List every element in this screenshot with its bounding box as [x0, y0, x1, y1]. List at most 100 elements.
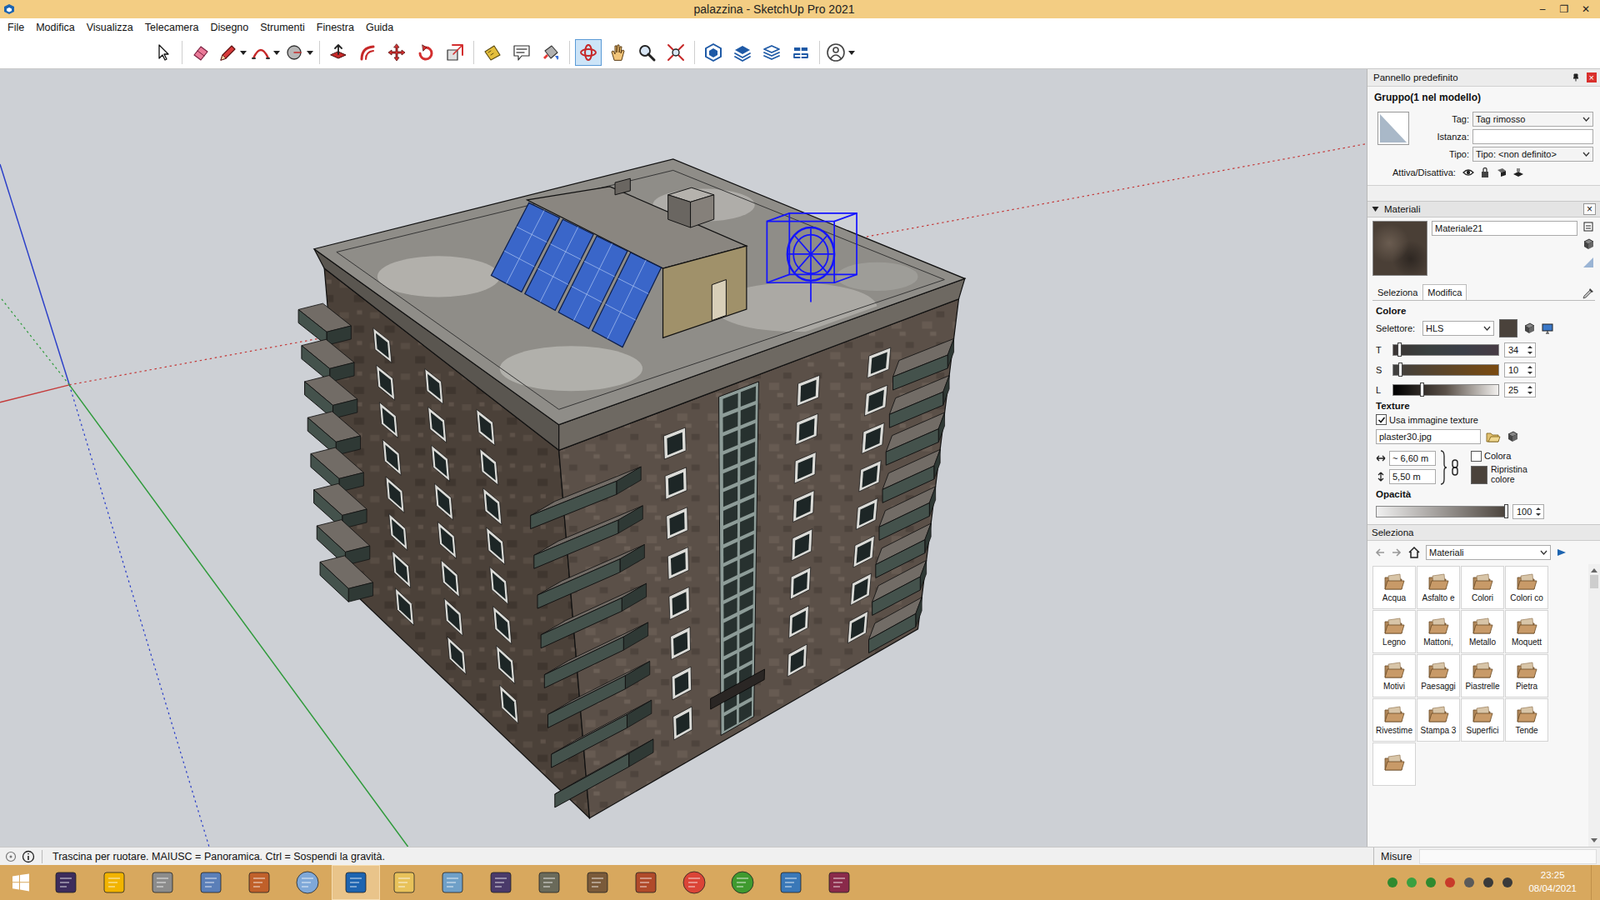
dropdown-caret-icon[interactable] — [306, 50, 314, 55]
tool-button[interactable] — [575, 39, 602, 66]
taskbar-app[interactable] — [331, 865, 380, 900]
tool-button[interactable] — [662, 39, 690, 66]
material-folder[interactable] — [1372, 742, 1416, 786]
color-picker-dropdown[interactable]: HLS — [1422, 320, 1495, 336]
tool-button[interactable] — [604, 39, 631, 66]
taskbar-app[interactable] — [621, 865, 670, 900]
tool-button[interactable] — [508, 39, 535, 66]
taskbar-app[interactable] — [186, 865, 235, 900]
tool-button[interactable] — [216, 39, 248, 66]
tray-icon[interactable] — [1405, 875, 1419, 890]
match-model-color-icon[interactable] — [1522, 321, 1536, 335]
menu-item[interactable]: Disegno — [204, 21, 255, 34]
sample-paint-icon[interactable] — [1581, 255, 1595, 270]
menu-item[interactable]: Modifica — [30, 21, 81, 34]
material-folder[interactable]: Asfalto e — [1416, 565, 1460, 610]
lock-icon[interactable] — [1479, 166, 1491, 179]
number-input[interactable]: 10 — [1504, 362, 1536, 378]
material-folder[interactable]: Rivestime — [1372, 698, 1416, 742]
chain-link-icon[interactable] — [1450, 459, 1460, 476]
back-arrow-icon[interactable] — [1374, 546, 1386, 559]
tab[interactable]: Modifica — [1422, 284, 1467, 300]
taskbar-app[interactable] — [476, 865, 525, 900]
tool-button[interactable] — [250, 39, 281, 66]
taskbar-app[interactable] — [766, 865, 815, 900]
tool-button[interactable] — [700, 39, 727, 66]
tool-button[interactable] — [758, 39, 785, 66]
material-folder[interactable]: Paesaggi — [1416, 654, 1460, 698]
material-folder[interactable]: Acqua — [1372, 565, 1416, 610]
material-folder[interactable]: Mattoni, — [1416, 610, 1460, 654]
building-model[interactable] — [0, 69, 1367, 847]
scrollbar[interactable] — [1588, 564, 1600, 847]
menu-item[interactable]: Strumenti — [254, 21, 311, 34]
tool-button[interactable] — [441, 39, 469, 66]
opacity-slider-track[interactable] — [1375, 505, 1508, 518]
material-folder[interactable]: Motivi — [1372, 654, 1416, 698]
slider-track[interactable] — [1392, 364, 1500, 376]
taskbar-app[interactable] — [380, 865, 429, 900]
close-button[interactable]: × — [1586, 72, 1597, 83]
measurements-input[interactable] — [1419, 849, 1597, 865]
tool-button[interactable] — [283, 39, 315, 66]
texture-file-input[interactable]: plaster30.jpg — [1375, 429, 1481, 445]
slider-thumb[interactable] — [1504, 504, 1509, 519]
texture-width-input[interactable]: ~ 6,60 m — [1389, 450, 1436, 466]
taskbar-app[interactable] — [41, 865, 90, 900]
window-control-button[interactable]: ❐ — [1555, 3, 1574, 15]
material-folder[interactable]: Moquett — [1505, 610, 1549, 654]
material-folder[interactable]: Piastrelle — [1460, 654, 1505, 698]
dropdown-caret-icon[interactable] — [273, 50, 280, 55]
display-secondary-icon[interactable] — [1582, 220, 1595, 233]
materials-header[interactable]: Materiali× — [1367, 200, 1600, 218]
dropdown[interactable]: Tag rimosso — [1472, 111, 1594, 127]
eyedropper-icon[interactable] — [1581, 286, 1595, 300]
create-material-icon[interactable] — [1581, 237, 1595, 251]
use-texture-checkbox[interactable]: Usa immagine texture — [1375, 414, 1592, 425]
pin-icon[interactable] — [1571, 73, 1580, 82]
tool-button[interactable] — [150, 39, 177, 66]
tool-button[interactable] — [479, 39, 506, 66]
tool-button[interactable] — [537, 39, 565, 66]
tray-icon[interactable] — [1385, 875, 1400, 890]
menu-item[interactable]: Guida — [360, 21, 400, 34]
close-button[interactable]: × — [1583, 203, 1596, 215]
window-control-button[interactable]: – — [1533, 3, 1552, 15]
number-input[interactable]: 34 — [1504, 342, 1536, 358]
material-folder[interactable]: Legno — [1372, 610, 1416, 654]
edit-texture-icon[interactable] — [1505, 430, 1520, 444]
geo-location-icon[interactable] — [5, 850, 17, 863]
tray-icon[interactable] — [1481, 875, 1495, 890]
dropdown[interactable]: Tipo: <non definito> — [1472, 146, 1594, 162]
color-swatch[interactable] — [1499, 319, 1518, 338]
window-control-button[interactable]: ✕ — [1576, 3, 1595, 15]
taskbar-app[interactable] — [815, 865, 864, 900]
tool-button[interactable] — [187, 39, 215, 66]
dropdown-caret-icon[interactable] — [240, 50, 247, 55]
start-button[interactable] — [0, 865, 42, 900]
eye-icon[interactable] — [1462, 166, 1475, 179]
tool-button[interactable] — [412, 39, 440, 66]
receive-shadow-icon[interactable] — [1512, 166, 1525, 179]
tray-icon[interactable] — [1500, 875, 1515, 890]
3d-viewport[interactable] — [0, 69, 1367, 847]
collection-dropdown[interactable]: Materiali — [1425, 545, 1551, 560]
material-folder[interactable]: Metallo — [1460, 610, 1505, 654]
tool-button[interactable] — [354, 39, 381, 66]
reset-color-button[interactable]: Ripristina colore — [1470, 465, 1541, 485]
tool-button[interactable] — [787, 39, 815, 66]
taskbar-app[interactable] — [138, 865, 187, 900]
spinner-arrows-icon[interactable] — [1526, 364, 1534, 376]
material-folder[interactable]: Pietra — [1505, 654, 1549, 698]
material-preview[interactable] — [1372, 220, 1428, 276]
tool-button[interactable] — [325, 39, 352, 66]
match-screen-color-icon[interactable] — [1540, 321, 1555, 335]
number-input[interactable]: 25 — [1504, 382, 1536, 398]
cast-shadow-icon[interactable] — [1495, 166, 1508, 179]
material-folder[interactable]: Colori — [1460, 565, 1505, 610]
material-folder[interactable]: Stampa 3 — [1416, 698, 1460, 742]
slider-thumb[interactable] — [1398, 362, 1403, 377]
dropdown-caret-icon[interactable] — [848, 50, 855, 55]
home-icon[interactable] — [1407, 545, 1421, 560]
taskbar-app[interactable] — [90, 865, 139, 900]
